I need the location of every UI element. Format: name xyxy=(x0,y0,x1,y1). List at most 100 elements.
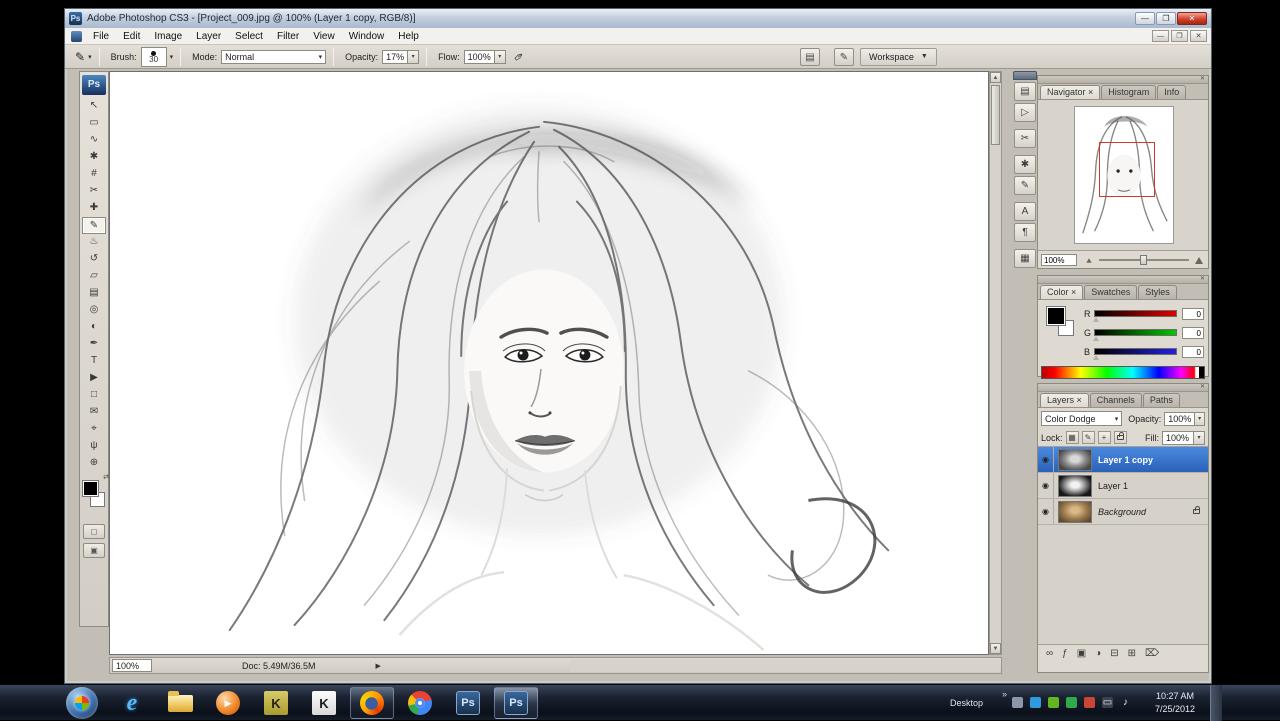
tool-presets-palette-icon[interactable]: ✎ xyxy=(834,48,854,66)
quick-selection-tool[interactable]: ✱ xyxy=(82,149,106,166)
move-tool[interactable]: ↖ xyxy=(82,98,106,115)
taskbar-mediaplayer-icon[interactable]: ▶ xyxy=(204,687,252,719)
path-selection-tool[interactable]: ▶ xyxy=(82,370,106,387)
color-tab-swatches[interactable]: Swatches xyxy=(1084,285,1137,299)
menu-image[interactable]: Image xyxy=(147,29,189,44)
lasso-tool[interactable]: ∿ xyxy=(82,132,106,149)
lock-image-pixels-icon[interactable]: ✎ xyxy=(1082,431,1095,444)
doc-restore-button[interactable]: ❐ xyxy=(1171,30,1188,42)
zoom-out-icon[interactable] xyxy=(1086,258,1091,263)
doc-close-button[interactable]: ✕ xyxy=(1190,30,1207,42)
minimize-button[interactable]: — xyxy=(1135,12,1155,25)
layer-group-button[interactable]: ⊟ xyxy=(1110,646,1118,662)
dodge-tool[interactable]: ◐ xyxy=(82,319,106,336)
tray-icon-3[interactable] xyxy=(1048,697,1059,708)
layer-comps-panel-icon[interactable]: ▦ xyxy=(1014,249,1036,268)
slice-tool[interactable]: ✂ xyxy=(82,183,106,200)
layers-opacity-spinner[interactable]: ▾ xyxy=(1195,412,1205,426)
lock-position-icon[interactable]: + xyxy=(1098,431,1111,444)
layers-opacity-field[interactable]: 100% xyxy=(1164,412,1195,426)
history-brush-tool[interactable]: ↺ xyxy=(82,251,106,268)
horizontal-scrollbar[interactable] xyxy=(570,659,1000,672)
desktop-toolbar-label[interactable]: Desktop xyxy=(950,698,983,708)
scroll-up-icon[interactable]: ▲ xyxy=(990,72,1001,83)
color-panel-header[interactable]: ✕ xyxy=(1038,276,1208,284)
layers-fill-spinner[interactable]: ▾ xyxy=(1194,431,1205,445)
channel-value-field[interactable]: 0 xyxy=(1182,327,1204,339)
taskbar-photoshop-active-icon[interactable]: Ps xyxy=(494,687,538,719)
tray-icon-4[interactable] xyxy=(1066,697,1077,708)
quick-mask-button[interactable]: ◻ xyxy=(83,524,105,539)
airbrush-icon[interactable]: ✑ xyxy=(510,48,527,65)
brush-tool[interactable]: ✎ xyxy=(82,217,106,234)
layer-row-3[interactable]: ◉Background xyxy=(1038,499,1208,525)
clone-source-panel-icon[interactable]: ✂ xyxy=(1014,129,1036,148)
scroll-down-icon[interactable]: ▼ xyxy=(990,643,1001,654)
navigator-zoom-field[interactable]: 100% xyxy=(1041,254,1077,266)
hand-tool[interactable]: ψ xyxy=(82,438,106,455)
taskbar-photoshop-icon[interactable]: Ps xyxy=(444,687,492,719)
taskbar-clock[interactable]: 10:27 AM 7/25/2012 xyxy=(1146,690,1204,716)
shape-tool[interactable]: □ xyxy=(82,387,106,404)
color-spectrum-ramp[interactable] xyxy=(1041,366,1205,379)
opacity-input[interactable]: 17% xyxy=(382,50,408,64)
actions-panel-icon[interactable]: ▷ xyxy=(1014,103,1036,122)
history-panel-icon[interactable]: ▤ xyxy=(1014,82,1036,101)
layer-visibility-icon[interactable]: ◉ xyxy=(1038,473,1054,498)
close-button[interactable]: ✕ xyxy=(1177,12,1207,25)
show-desktop-button[interactable] xyxy=(1210,685,1222,721)
navigator-zoom-slider[interactable] xyxy=(1099,259,1189,261)
tray-icon-2[interactable] xyxy=(1030,697,1041,708)
screen-mode-button[interactable]: ▣ xyxy=(83,543,105,558)
color-tab-color[interactable]: Color × xyxy=(1040,285,1083,299)
menu-window[interactable]: Window xyxy=(342,29,392,44)
brush-preview[interactable]: 30 xyxy=(141,47,167,67)
dock-header[interactable] xyxy=(1013,71,1037,80)
flow-spinner[interactable]: ▾ xyxy=(495,50,506,64)
tray-icon-1[interactable] xyxy=(1012,697,1023,708)
adjustment-layer-button[interactable]: ◑ xyxy=(1095,646,1101,662)
layers-tab-paths[interactable]: Paths xyxy=(1143,393,1180,407)
workspace-button[interactable]: Workspace ▼ xyxy=(860,48,937,66)
brushes-palette-icon[interactable]: ▤ xyxy=(800,48,820,66)
taskbar-counterstrike2-icon[interactable]: K xyxy=(300,687,348,719)
eyedropper-tool[interactable]: ⌖ xyxy=(82,421,106,438)
crop-tool[interactable]: # xyxy=(82,166,106,183)
vertical-scrollbar[interactable]: ▲ ▼ xyxy=(989,71,1002,655)
menu-edit[interactable]: Edit xyxy=(116,29,147,44)
layers-fill-field[interactable]: 100% xyxy=(1162,431,1194,445)
brush-tool-icon[interactable]: ✎ xyxy=(75,50,85,64)
marquee-tool[interactable]: ▭ xyxy=(82,115,106,132)
foreground-color-swatch[interactable] xyxy=(82,480,99,497)
lock-transparent-pixels-icon[interactable]: ▦ xyxy=(1066,431,1079,444)
color-tab-styles[interactable]: Styles xyxy=(1138,285,1177,299)
tray-overflow-chevron[interactable]: » xyxy=(1002,689,1007,699)
status-zoom-field[interactable]: 100% xyxy=(112,659,152,672)
layer-visibility-icon[interactable]: ◉ xyxy=(1038,499,1054,524)
title-bar[interactable]: Ps Adobe Photoshop CS3 - [Project_009.jp… xyxy=(65,9,1211,28)
panel-foreground-swatch[interactable] xyxy=(1046,306,1066,326)
navigator-panel-header[interactable]: ✕ xyxy=(1038,76,1208,84)
navigator-tab-histogram[interactable]: Histogram xyxy=(1101,85,1156,99)
menu-select[interactable]: Select xyxy=(228,29,270,44)
tray-volume-icon[interactable]: ♪ xyxy=(1120,697,1131,708)
tool-presets-panel-icon[interactable]: ✎ xyxy=(1014,176,1036,195)
healing-brush-tool[interactable]: ✚ xyxy=(82,200,106,217)
taskbar-ie-icon[interactable]: e xyxy=(108,687,156,719)
channel-slider[interactable] xyxy=(1094,348,1177,355)
zoom-slider-thumb[interactable] xyxy=(1140,255,1147,265)
taskbar-chrome-icon[interactable] xyxy=(396,687,444,719)
channel-value-field[interactable]: 0 xyxy=(1182,308,1204,320)
tool-preset-caret-icon[interactable]: ▾ xyxy=(88,53,92,61)
layers-blend-mode-select[interactable]: Color Dodge ▾ xyxy=(1041,411,1122,426)
flow-input[interactable]: 100% xyxy=(464,50,495,64)
add-layer-mask-button[interactable]: ▣ xyxy=(1077,646,1086,662)
layer-visibility-icon[interactable]: ◉ xyxy=(1038,447,1054,472)
blur-tool[interactable]: ◎ xyxy=(82,302,106,319)
gradient-tool[interactable]: ▤ xyxy=(82,285,106,302)
link-layers-button[interactable]: ∞ xyxy=(1046,646,1053,662)
taskbar-firefox-icon[interactable] xyxy=(350,687,394,719)
paragraph-panel-icon[interactable]: ¶ xyxy=(1014,223,1036,242)
type-tool[interactable]: T xyxy=(82,353,106,370)
maximize-button[interactable]: ❐ xyxy=(1156,12,1176,25)
